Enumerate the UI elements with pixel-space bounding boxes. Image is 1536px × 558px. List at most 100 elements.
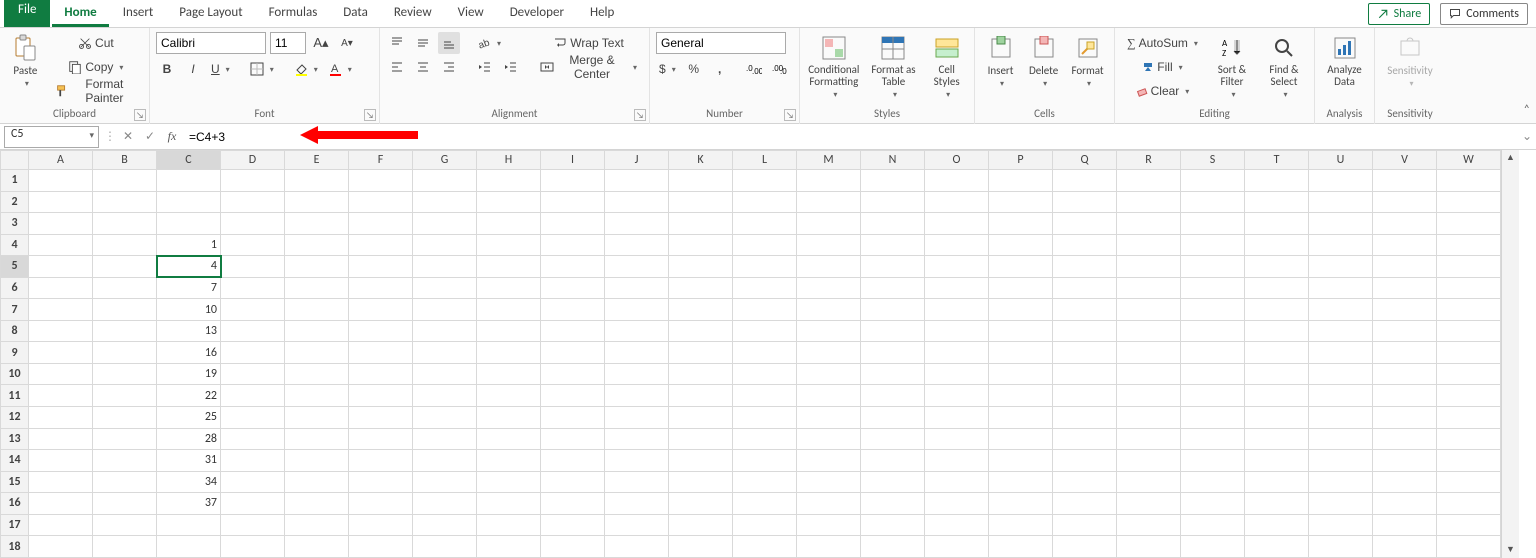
column-header-A[interactable]: A [29,151,93,170]
cell-O5[interactable] [925,256,989,278]
cell-styles-button[interactable]: Cell Styles [925,32,968,102]
cell-I15[interactable] [541,471,605,493]
cell-C15[interactable]: 34 [157,471,221,493]
cell-P8[interactable] [989,320,1053,342]
cell-L9[interactable] [733,342,797,364]
cell-W16[interactable] [1437,493,1501,515]
cell-O3[interactable] [925,213,989,235]
cell-T16[interactable] [1245,493,1309,515]
cell-O10[interactable] [925,363,989,385]
cell-K15[interactable] [669,471,733,493]
cell-Q18[interactable] [1053,536,1117,558]
cell-W2[interactable] [1437,191,1501,213]
cell-Q14[interactable] [1053,450,1117,472]
cell-K6[interactable] [669,277,733,299]
cell-F3[interactable] [349,213,413,235]
cell-W9[interactable] [1437,342,1501,364]
decrease-indent-button[interactable] [474,56,496,78]
cell-L10[interactable] [733,363,797,385]
cell-G2[interactable] [413,191,477,213]
cell-R3[interactable] [1117,213,1181,235]
cell-M14[interactable] [797,450,861,472]
cell-I12[interactable] [541,407,605,429]
cell-A15[interactable] [29,471,93,493]
cell-T6[interactable] [1245,277,1309,299]
cell-Q10[interactable] [1053,363,1117,385]
cell-T12[interactable] [1245,407,1309,429]
cell-S2[interactable] [1181,191,1245,213]
cell-V17[interactable] [1373,514,1437,536]
fill-button[interactable]: Fill [1121,56,1204,78]
cell-W13[interactable] [1437,428,1501,450]
cell-H9[interactable] [477,342,541,364]
cell-W14[interactable] [1437,450,1501,472]
cell-E16[interactable] [285,493,349,515]
cell-L16[interactable] [733,493,797,515]
cell-U11[interactable] [1309,385,1373,407]
cell-I14[interactable] [541,450,605,472]
cell-W15[interactable] [1437,471,1501,493]
cell-M15[interactable] [797,471,861,493]
cell-C18[interactable] [157,536,221,558]
comma-format-button[interactable]: , [709,58,731,80]
cell-J2[interactable] [605,191,669,213]
cell-B9[interactable] [93,342,157,364]
cell-D11[interactable] [221,385,285,407]
cell-K7[interactable] [669,299,733,321]
number-launcher[interactable]: ↘ [784,109,796,121]
cell-L17[interactable] [733,514,797,536]
cell-R4[interactable] [1117,234,1181,256]
cell-S8[interactable] [1181,320,1245,342]
cell-T8[interactable] [1245,320,1309,342]
wrap-text-button[interactable]: Wrap Text [534,32,643,54]
cell-L3[interactable] [733,213,797,235]
cell-E12[interactable] [285,407,349,429]
cell-G17[interactable] [413,514,477,536]
cell-A11[interactable] [29,385,93,407]
column-header-Q[interactable]: Q [1053,151,1117,170]
cell-T3[interactable] [1245,213,1309,235]
cell-P12[interactable] [989,407,1053,429]
cell-P18[interactable] [989,536,1053,558]
cell-K2[interactable] [669,191,733,213]
column-header-K[interactable]: K [669,151,733,170]
cell-A7[interactable] [29,299,93,321]
cell-P7[interactable] [989,299,1053,321]
cell-N18[interactable] [861,536,925,558]
cell-A3[interactable] [29,213,93,235]
cell-N16[interactable] [861,493,925,515]
cell-R10[interactable] [1117,363,1181,385]
cell-C11[interactable]: 22 [157,385,221,407]
cell-F13[interactable] [349,428,413,450]
cell-U18[interactable] [1309,536,1373,558]
cell-V7[interactable] [1373,299,1437,321]
cell-G8[interactable] [413,320,477,342]
cell-D2[interactable] [221,191,285,213]
cell-F15[interactable] [349,471,413,493]
cell-T17[interactable] [1245,514,1309,536]
insert-function-button[interactable]: fx [161,126,183,148]
font-size-combo[interactable] [270,32,306,54]
cell-G9[interactable] [413,342,477,364]
cell-Q15[interactable] [1053,471,1117,493]
cell-R7[interactable] [1117,299,1181,321]
tab-review[interactable]: Review [382,0,444,27]
cell-V8[interactable] [1373,320,1437,342]
cell-S11[interactable] [1181,385,1245,407]
decrease-decimal-button[interactable]: .00.0 [769,58,791,80]
increase-decimal-button[interactable]: .0.00 [743,58,765,80]
cell-J4[interactable] [605,234,669,256]
cell-S3[interactable] [1181,213,1245,235]
cell-B10[interactable] [93,363,157,385]
cell-V10[interactable] [1373,363,1437,385]
delete-cells-button[interactable]: Delete [1024,32,1063,91]
cell-K17[interactable] [669,514,733,536]
cell-G6[interactable] [413,277,477,299]
cell-S7[interactable] [1181,299,1245,321]
orientation-button[interactable]: ab [474,32,504,54]
cell-A12[interactable] [29,407,93,429]
cell-I13[interactable] [541,428,605,450]
scroll-up-button[interactable]: ▲ [1502,150,1519,166]
cell-Q16[interactable] [1053,493,1117,515]
align-right-button[interactable] [438,56,460,78]
